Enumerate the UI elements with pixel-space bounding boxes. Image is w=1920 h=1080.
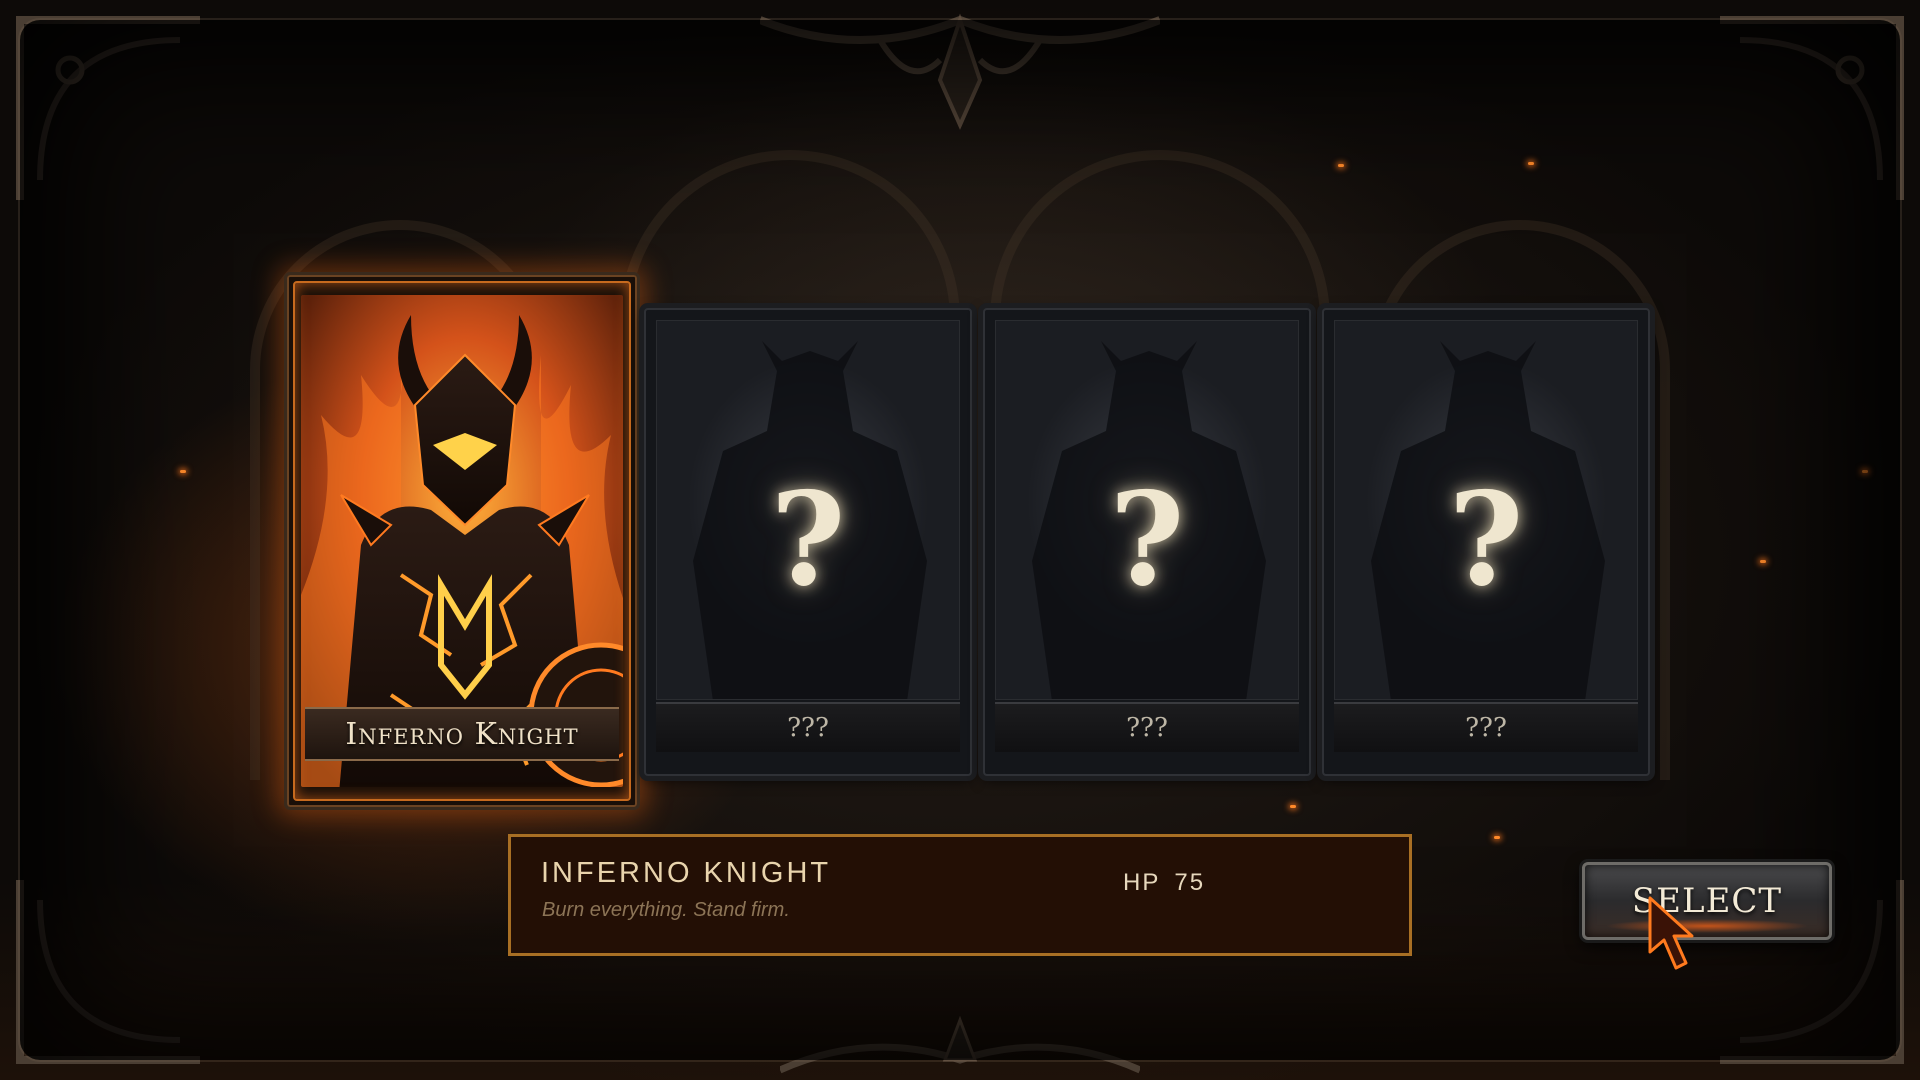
mystery-question-mark: ? <box>1109 465 1185 615</box>
locked-portrait: ? <box>656 320 960 700</box>
card-name: Inferno Knight <box>345 716 579 752</box>
card-name: ??? <box>787 713 829 743</box>
hp-value: 75 <box>1174 869 1206 896</box>
mystery-question-mark: ? <box>1448 465 1524 615</box>
character-info-panel: INFERNO KNIGHT Burn everything. Stand fi… <box>508 834 1412 956</box>
card-name-plate: ??? <box>995 702 1299 752</box>
card-name-plate: ??? <box>656 702 960 752</box>
hp-label: HP <box>1123 869 1161 896</box>
character-card-locked[interactable]: ? ??? <box>1322 308 1650 776</box>
character-description: Burn everything. Stand firm. <box>542 899 790 921</box>
arrow-cursor-icon <box>1648 896 1694 970</box>
character-card-selected[interactable]: Inferno Knight <box>284 272 640 810</box>
mystery-question-mark: ? <box>770 465 846 615</box>
character-card-locked[interactable]: ? ??? <box>983 308 1311 776</box>
locked-portrait: ? <box>1334 320 1638 700</box>
card-name-plate: ??? <box>1334 702 1638 752</box>
select-button[interactable]: SELECT <box>1582 862 1832 940</box>
card-name: ??? <box>1465 713 1507 743</box>
card-name: ??? <box>1126 713 1168 743</box>
card-name-plate: Inferno Knight <box>305 707 619 761</box>
locked-portrait: ? <box>995 320 1299 700</box>
character-name: INFERNO KNIGHT <box>541 857 832 889</box>
character-card-locked[interactable]: ? ??? <box>644 308 972 776</box>
hp-stat: HP 75 <box>1123 869 1205 897</box>
